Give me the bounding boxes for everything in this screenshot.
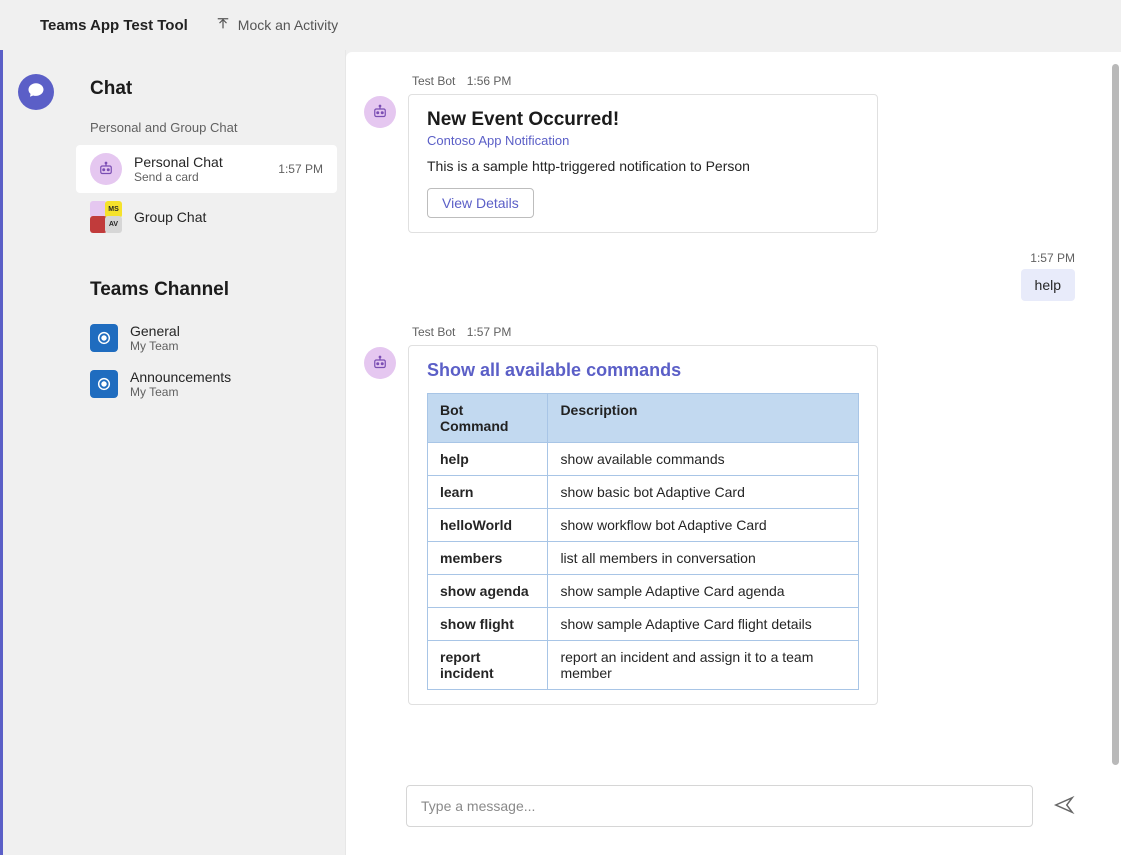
card-title: New Event Occurred!: [427, 109, 859, 131]
chat-item-text: Group Chat: [134, 209, 323, 225]
send-button[interactable]: [1047, 788, 1081, 825]
adaptive-card: Show all available commands Bot Command …: [408, 345, 878, 705]
channel-title: General: [130, 323, 180, 339]
view-details-button[interactable]: View Details: [427, 188, 534, 218]
bot-avatar-icon: [364, 96, 396, 128]
group-avatar-icon: MSAV: [90, 201, 122, 233]
table-row: helpshow available commands: [428, 443, 859, 476]
left-rail: [0, 50, 68, 855]
message-list: Test Bot 1:56 PM New Event Occurred! Con…: [346, 52, 1121, 771]
app-title: Teams App Test Tool: [40, 17, 188, 34]
channel-text: General My Team: [130, 323, 180, 353]
chat-item-text: Personal Chat Send a card: [134, 154, 266, 184]
sidebar: Chat Personal and Group Chat Personal Ch…: [68, 50, 346, 855]
command-cell: show agenda: [428, 575, 548, 608]
bot-avatar-icon: [364, 347, 396, 379]
message-time: 1:57 PM: [467, 325, 512, 339]
mock-activity-button[interactable]: Mock an Activity: [216, 17, 338, 34]
team-icon: [90, 370, 118, 398]
description-cell: show workflow bot Adaptive Card: [548, 509, 859, 542]
message-bubble: help: [1021, 269, 1075, 301]
command-cell: helloWorld: [428, 509, 548, 542]
channel-title: Announcements: [130, 369, 231, 385]
channel-sub: My Team: [130, 339, 180, 353]
table-row: memberslist all members in conversation: [428, 542, 859, 575]
message-bot: Test Bot 1:56 PM New Event Occurred! Con…: [364, 74, 1081, 233]
app-root: Teams App Test Tool Mock an Activity Cha…: [0, 0, 1121, 855]
message-user: 1:57 PM help: [364, 251, 1081, 301]
table-row: helloWorldshow workflow bot Adaptive Car…: [428, 509, 859, 542]
sidebar-item-personal-chat[interactable]: Personal Chat Send a card 1:57 PM: [76, 145, 337, 193]
mock-activity-label: Mock an Activity: [238, 17, 338, 33]
adaptive-card: New Event Occurred! Contoso App Notifica…: [408, 94, 878, 233]
chat-item-title: Group Chat: [134, 209, 323, 225]
table-row: show flightshow sample Adaptive Card fli…: [428, 608, 859, 641]
rail-chat-button[interactable]: [18, 74, 54, 110]
description-cell: show available commands: [548, 443, 859, 476]
card-subtitle: Contoso App Notification: [427, 133, 859, 148]
card-title: Show all available commands: [427, 360, 859, 381]
topbar: Teams App Test Tool Mock an Activity: [0, 0, 1121, 50]
body: Chat Personal and Group Chat Personal Ch…: [0, 50, 1121, 855]
sidebar-item-group-chat[interactable]: MSAV Group Chat: [76, 193, 337, 241]
command-cell: learn: [428, 476, 548, 509]
team-icon: [90, 324, 118, 352]
message-sender: Test Bot: [412, 74, 455, 88]
sidebar-channel-header: Teams Channel: [68, 271, 345, 315]
channel-text: Announcements My Team: [130, 369, 231, 399]
upload-icon: [216, 17, 230, 34]
bot-avatar-icon: [90, 153, 122, 185]
channel-item-general[interactable]: General My Team: [68, 315, 345, 361]
commands-table: Bot Command Description helpshow availab…: [427, 393, 859, 690]
message-meta: Test Bot 1:56 PM: [408, 74, 1081, 88]
send-icon: [1053, 804, 1075, 819]
command-cell: help: [428, 443, 548, 476]
sidebar-chat-subheader: Personal and Group Chat: [68, 114, 345, 145]
table-row: show agendashow sample Adaptive Card age…: [428, 575, 859, 608]
scrollbar[interactable]: [1112, 64, 1119, 765]
message-sender: Test Bot: [412, 325, 455, 339]
chat-item-time: 1:57 PM: [278, 162, 323, 176]
command-cell: report incident: [428, 641, 548, 690]
table-row: report incidentreport an incident and as…: [428, 641, 859, 690]
composer: [346, 771, 1121, 855]
table-row: learnshow basic bot Adaptive Card: [428, 476, 859, 509]
sidebar-chat-header: Chat: [68, 70, 345, 114]
command-cell: show flight: [428, 608, 548, 641]
description-cell: show sample Adaptive Card flight details: [548, 608, 859, 641]
description-cell: show basic bot Adaptive Card: [548, 476, 859, 509]
main-panel: Test Bot 1:56 PM New Event Occurred! Con…: [346, 52, 1121, 855]
card-body: This is a sample http-triggered notifica…: [427, 158, 859, 174]
message-time: 1:56 PM: [467, 74, 512, 88]
description-cell: report an incident and assign it to a te…: [548, 641, 859, 690]
table-header-command: Bot Command: [428, 394, 548, 443]
description-cell: list all members in conversation: [548, 542, 859, 575]
message-meta: Test Bot 1:57 PM: [408, 325, 1081, 339]
chat-item-sub: Send a card: [134, 170, 266, 184]
message-input[interactable]: [406, 785, 1033, 827]
command-cell: members: [428, 542, 548, 575]
message-bot: Test Bot 1:57 PM Show all available comm…: [364, 325, 1081, 705]
description-cell: show sample Adaptive Card agenda: [548, 575, 859, 608]
table-header-description: Description: [548, 394, 859, 443]
channel-item-announcements[interactable]: Announcements My Team: [68, 361, 345, 407]
chat-icon: [27, 81, 45, 104]
chat-item-title: Personal Chat: [134, 154, 266, 170]
message-time: 1:57 PM: [1030, 251, 1075, 265]
channel-sub: My Team: [130, 385, 231, 399]
